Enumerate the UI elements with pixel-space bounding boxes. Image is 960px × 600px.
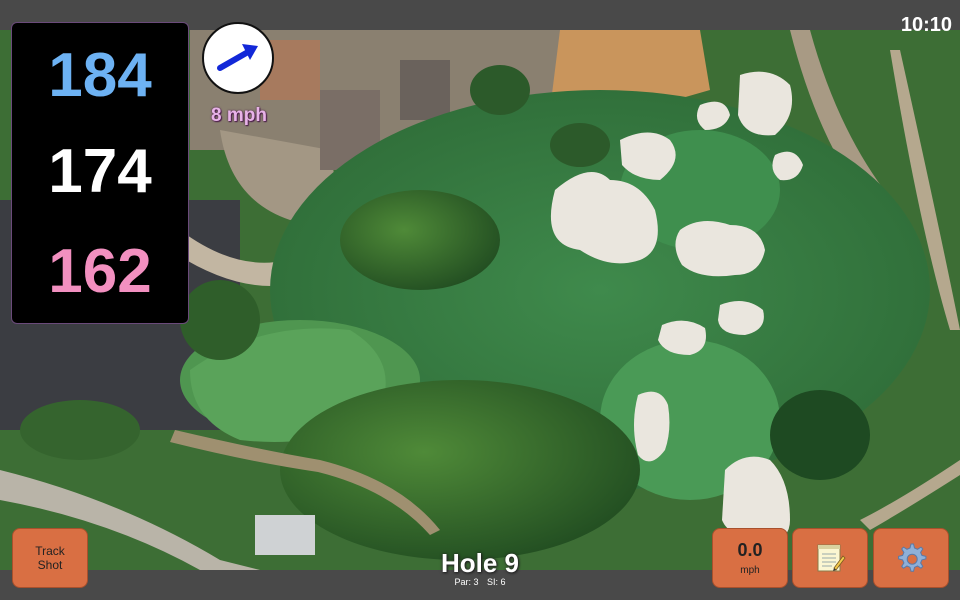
wind-speed: 8 mph — [211, 105, 267, 126]
speed-button[interactable]: 0.0 mph — [712, 528, 788, 588]
speed-value: 0.0 — [737, 540, 763, 560]
wind-indicator — [202, 22, 274, 94]
settings-button[interactable] — [873, 528, 949, 588]
gear-icon — [898, 543, 927, 572]
wind-arrow-icon — [217, 44, 258, 71]
back-distance: 184 — [48, 41, 152, 110]
speed-unit: mph — [740, 565, 760, 576]
track-shot-label-line2: Shot — [37, 558, 63, 572]
notepad-icon — [817, 544, 846, 572]
hole-info: Par: 3 SI: 6 — [380, 577, 580, 587]
golf-gps-screen: 184 174 162 8 mph 10:10 Track Shot 0.0 m… — [0, 0, 960, 600]
hole-par: Par: 3 — [454, 577, 479, 587]
track-shot-button[interactable]: Track Shot — [12, 528, 88, 588]
track-shot-label-line1: Track — [35, 544, 65, 558]
hole-si: SI: 6 — [487, 577, 506, 587]
status-time: 10:10 — [900, 14, 952, 36]
hole-title: Hole 9 — [440, 548, 520, 578]
front-distance: 162 — [48, 237, 152, 306]
distance-panel: 184 174 162 — [11, 22, 189, 324]
center-distance: 174 — [48, 137, 152, 206]
notes-button[interactable] — [792, 528, 868, 588]
